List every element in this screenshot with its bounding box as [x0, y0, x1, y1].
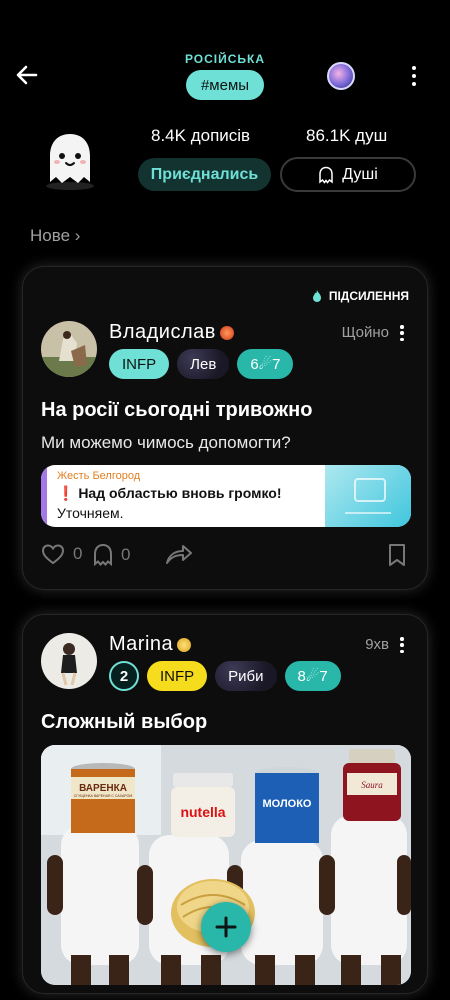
post-more-icon[interactable]	[399, 637, 405, 653]
post-actions: 0 0	[41, 543, 411, 569]
author-name-text: Marina	[109, 633, 174, 655]
boost-label: ПІДСИЛЕННЯ	[328, 289, 409, 303]
post-title: Сложный выбор	[41, 711, 208, 733]
boost-badge: ПІДСИЛЕННЯ	[311, 289, 409, 303]
author-name[interactable]: Владислав	[109, 321, 234, 344]
ghost-mascot-icon	[40, 130, 100, 192]
souls-button-label: Душі	[342, 165, 378, 183]
meme-jar4-label: Saura	[361, 780, 383, 790]
chip-mbti[interactable]: INFP	[109, 349, 170, 379]
bookmark-icon	[389, 544, 405, 566]
flame-icon	[312, 290, 321, 302]
plus-icon	[215, 916, 237, 938]
link-preview-accent	[41, 465, 47, 527]
souls-count-post: 0	[121, 545, 131, 564]
souls-button[interactable]: Душі	[280, 157, 416, 192]
rank-badge-icon	[219, 325, 234, 340]
section-new-link[interactable]: Нове ›	[30, 226, 80, 246]
more-options-icon[interactable]	[404, 62, 424, 90]
author-chips: 2 INFP Риби 8☄7	[109, 661, 341, 691]
post-body: Ми можемо чимось допомогти?	[41, 433, 291, 452]
link-preview-source: Жесть Белгород	[57, 470, 141, 482]
chip-zodiac[interactable]: Лев	[177, 349, 230, 379]
author-chips: INFP Лев 6☄7	[109, 349, 294, 379]
author-name[interactable]: Marina	[109, 633, 192, 656]
bookmark-action[interactable]	[387, 543, 407, 567]
post-time: Щойно	[341, 324, 389, 341]
like-count: 0	[73, 544, 83, 563]
posts-count: 8.4K дописів	[151, 126, 251, 145]
rank-badge-icon	[177, 637, 192, 652]
heart-icon	[41, 544, 65, 565]
share-icon	[166, 545, 192, 564]
top-bar: РОСІЙСЬКА #мемы	[0, 0, 450, 110]
create-post-button[interactable]	[201, 902, 251, 952]
link-preview-text: Уточняем.	[57, 505, 124, 521]
user-avatar[interactable]	[327, 62, 355, 90]
community-name[interactable]: РОСІЙСЬКА	[0, 52, 450, 66]
meme-jar1-label: ВАРЕНКА	[79, 783, 127, 794]
link-preview-thumbnail	[325, 465, 411, 527]
souls-count: 86.1K душ	[306, 126, 388, 145]
post-time: 9хв	[365, 636, 389, 653]
meme-jar3-label: МОЛОКО	[263, 798, 312, 810]
chip-enneagram[interactable]: 8☄7	[284, 661, 341, 691]
ghost-outline-icon	[94, 543, 112, 567]
ghost-icon	[319, 166, 333, 184]
like-action[interactable]: 0	[41, 543, 82, 565]
joined-button[interactable]: Приєднались	[138, 158, 271, 191]
chip-zodiac[interactable]: Риби	[215, 661, 277, 691]
meme-jar1-sublabel: СГУЩЕНКА ВАРЕНАЯ С САХАРОМ	[74, 794, 133, 798]
chip-level[interactable]: 2	[109, 661, 139, 691]
author-avatar[interactable]	[41, 633, 97, 689]
post-card[interactable]: ПІДСИЛЕННЯ Владислав Щойно INFP Лев 6☄7 …	[22, 266, 428, 590]
chip-enneagram[interactable]: 6☄7	[237, 349, 294, 379]
community-tag[interactable]: #мемы	[186, 70, 264, 100]
post-more-icon[interactable]	[399, 325, 405, 341]
chip-mbti[interactable]: INFP	[147, 661, 208, 691]
author-name-text: Владислав	[109, 321, 216, 343]
link-preview[interactable]: Жесть Белгород ❗ Над областью вновь гром…	[41, 465, 411, 527]
post-title: На росії сьогодні тривожно	[41, 399, 313, 421]
souls-action[interactable]: 0	[93, 543, 130, 567]
share-action[interactable]	[165, 543, 193, 565]
link-preview-title: ❗ Над областью вновь громко!	[57, 485, 282, 501]
author-avatar[interactable]	[41, 321, 97, 377]
meme-jar2-label: nutella	[180, 804, 225, 820]
